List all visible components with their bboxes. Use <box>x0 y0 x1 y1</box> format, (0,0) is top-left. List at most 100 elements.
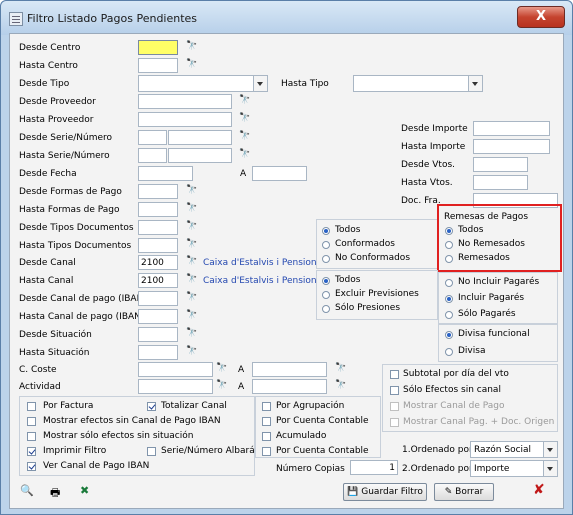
ordenado-1-value: Razón Social <box>474 445 532 455</box>
search-binoculars-icon[interactable]: 🔭 <box>186 203 197 213</box>
highlight-box <box>437 204 562 272</box>
check-solo-sin-canal[interactable] <box>390 386 399 395</box>
ordenado-1-select[interactable]: Razón Social <box>470 441 558 458</box>
radio-solo-presiones[interactable] <box>322 305 330 313</box>
close-button[interactable]: X <box>517 6 565 28</box>
hasta-importe-input[interactable] <box>473 139 550 154</box>
hasta-tipo-select[interactable] <box>353 75 483 92</box>
hasta-canal-input[interactable]: 2100 <box>138 273 178 288</box>
check-subtotal-dia[interactable] <box>390 370 399 379</box>
search-binoculars-icon[interactable]: 🔭 <box>239 113 250 123</box>
radio-incluir-pagares[interactable] <box>445 295 453 303</box>
export-icon[interactable]: ✖ <box>80 484 89 497</box>
radio-solo-pagares[interactable] <box>445 311 453 319</box>
radio-excluir-previsiones[interactable] <box>322 291 330 299</box>
check-acumulado[interactable] <box>262 432 271 441</box>
desde-fecha-input[interactable] <box>138 166 193 181</box>
numero-copias-input[interactable]: 1 <box>350 460 398 475</box>
radio-divisa[interactable] <box>445 348 453 356</box>
search-binoculars-icon[interactable]: 🔭 <box>186 274 197 284</box>
chevron-down-icon[interactable] <box>253 76 267 91</box>
label-hasta-formas: Hasta Formas de Pago <box>19 205 120 215</box>
search-binoculars-icon[interactable]: 🔭 <box>239 95 250 105</box>
radio-no-incluir-pagares[interactable] <box>445 279 453 287</box>
hasta-vtos-input[interactable] <box>473 175 528 190</box>
desde-formas-input[interactable] <box>138 184 178 199</box>
hasta-situacion-input[interactable] <box>138 345 178 360</box>
check-totalizar-canal-label: Totalizar Canal <box>161 401 227 411</box>
search-binoculars-icon[interactable]: 🔭 <box>186 256 197 266</box>
search-binoculars-icon[interactable]: 🔭 <box>186 310 197 320</box>
hasta-formas-input[interactable] <box>138 202 178 217</box>
radio-divisa-funcional[interactable] <box>445 331 453 339</box>
desde-situacion-input[interactable] <box>138 327 178 342</box>
check-totalizar-canal[interactable] <box>147 402 156 411</box>
desde-canal-input[interactable]: 2100 <box>138 255 178 270</box>
previsiones-group: Todos Excluir Previsiones Sólo Presiones <box>316 270 438 320</box>
radio-todos[interactable] <box>322 227 330 235</box>
search-binoculars-icon[interactable]: 🔭 <box>186 328 197 338</box>
desde-importe-input[interactable] <box>473 121 550 136</box>
label-desde-formas: Desde Formas de Pago <box>19 187 122 197</box>
hasta-proveedor-input[interactable] <box>138 112 232 127</box>
check-por-factura[interactable] <box>27 402 36 411</box>
check-imprimir-filtro[interactable] <box>27 447 36 456</box>
hasta-centro-input[interactable] <box>138 58 178 73</box>
search-binoculars-icon[interactable]: 🔭 <box>186 59 197 69</box>
desde-actividad-input[interactable] <box>138 379 213 394</box>
desde-numero-input[interactable] <box>168 130 232 145</box>
radio-prev-todos[interactable] <box>322 277 330 285</box>
borrar-button[interactable]: ✎ Borrar <box>434 483 494 501</box>
desde-serie-input[interactable] <box>138 130 167 145</box>
check-serie-albaran[interactable] <box>147 447 156 456</box>
search-binoculars-icon[interactable]: 🔭 <box>186 292 197 302</box>
check-ver-canal-iban[interactable] <box>27 462 36 471</box>
desde-tipos-doc-input[interactable] <box>138 220 178 235</box>
search-binoculars-icon[interactable]: 🔭 <box>239 131 250 141</box>
chevron-down-icon[interactable] <box>468 76 482 91</box>
search-binoculars-icon[interactable]: 🔭 <box>186 239 197 249</box>
chevron-down-icon[interactable] <box>543 461 557 476</box>
desde-tipo-select[interactable] <box>138 75 268 92</box>
search-binoculars-icon[interactable]: 🔭 <box>216 363 227 373</box>
search-binoculars-icon[interactable]: 🔭 <box>186 221 197 231</box>
check-mostrar-sin-canal[interactable] <box>27 417 36 426</box>
desde-canal-iban-input[interactable] <box>138 291 178 306</box>
radio-no-conformados[interactable] <box>322 255 330 263</box>
hasta-serie-input[interactable] <box>138 148 167 163</box>
hasta-numero-input[interactable] <box>168 148 232 163</box>
desde-coste-input[interactable] <box>138 362 213 377</box>
desde-proveedor-input[interactable] <box>138 94 232 109</box>
search-binoculars-icon[interactable]: 🔭 <box>335 380 346 390</box>
exit-icon[interactable]: ✘ <box>533 482 545 498</box>
check-por-cuenta-contable-2[interactable] <box>262 447 271 456</box>
preview-icon[interactable]: 🔍 <box>20 484 34 497</box>
search-binoculars-icon[interactable]: 🔭 <box>186 41 197 51</box>
search-binoculars-icon[interactable]: 🔭 <box>186 346 197 356</box>
print-icon[interactable]: 🖶 <box>50 484 60 503</box>
ordenado-2-select[interactable]: Importe <box>470 460 558 477</box>
radio-conformados-label: Conformados <box>335 239 395 249</box>
chevron-down-icon[interactable] <box>543 442 557 457</box>
check-mostrar-canal-pag-doc-label: Mostrar Canal Pag. + Doc. Origen <box>403 417 555 427</box>
hasta-actividad-input[interactable] <box>252 379 327 394</box>
check-mostrar-canal-pag-doc <box>390 418 399 427</box>
check-mostrar-solo-situacion[interactable] <box>27 432 36 441</box>
search-binoculars-icon[interactable]: 🔭 <box>216 380 227 390</box>
search-binoculars-icon[interactable]: 🔭 <box>335 363 346 373</box>
check-por-cuenta-contable[interactable] <box>262 417 271 426</box>
check-por-agrupacion[interactable] <box>262 402 271 411</box>
search-binoculars-icon[interactable]: 🔭 <box>239 149 250 159</box>
search-binoculars-icon[interactable]: 🔭 <box>186 185 197 195</box>
check-acumulado-label: Acumulado <box>276 431 327 441</box>
hasta-canal-iban-input[interactable] <box>138 309 178 324</box>
hasta-fecha-input[interactable] <box>252 166 307 181</box>
label-c-coste: C. Coste <box>19 365 57 375</box>
desde-centro-input[interactable] <box>138 40 178 55</box>
guardar-filtro-button[interactable]: 💾 Guardar Filtro <box>343 483 427 501</box>
desde-vtos-input[interactable] <box>473 157 528 172</box>
radio-conformados[interactable] <box>322 241 330 249</box>
hasta-tipos-doc-input[interactable] <box>138 238 178 253</box>
hasta-coste-input[interactable] <box>252 362 327 377</box>
check-solo-sin-canal-label: Sólo Efectos sin canal <box>403 385 501 395</box>
